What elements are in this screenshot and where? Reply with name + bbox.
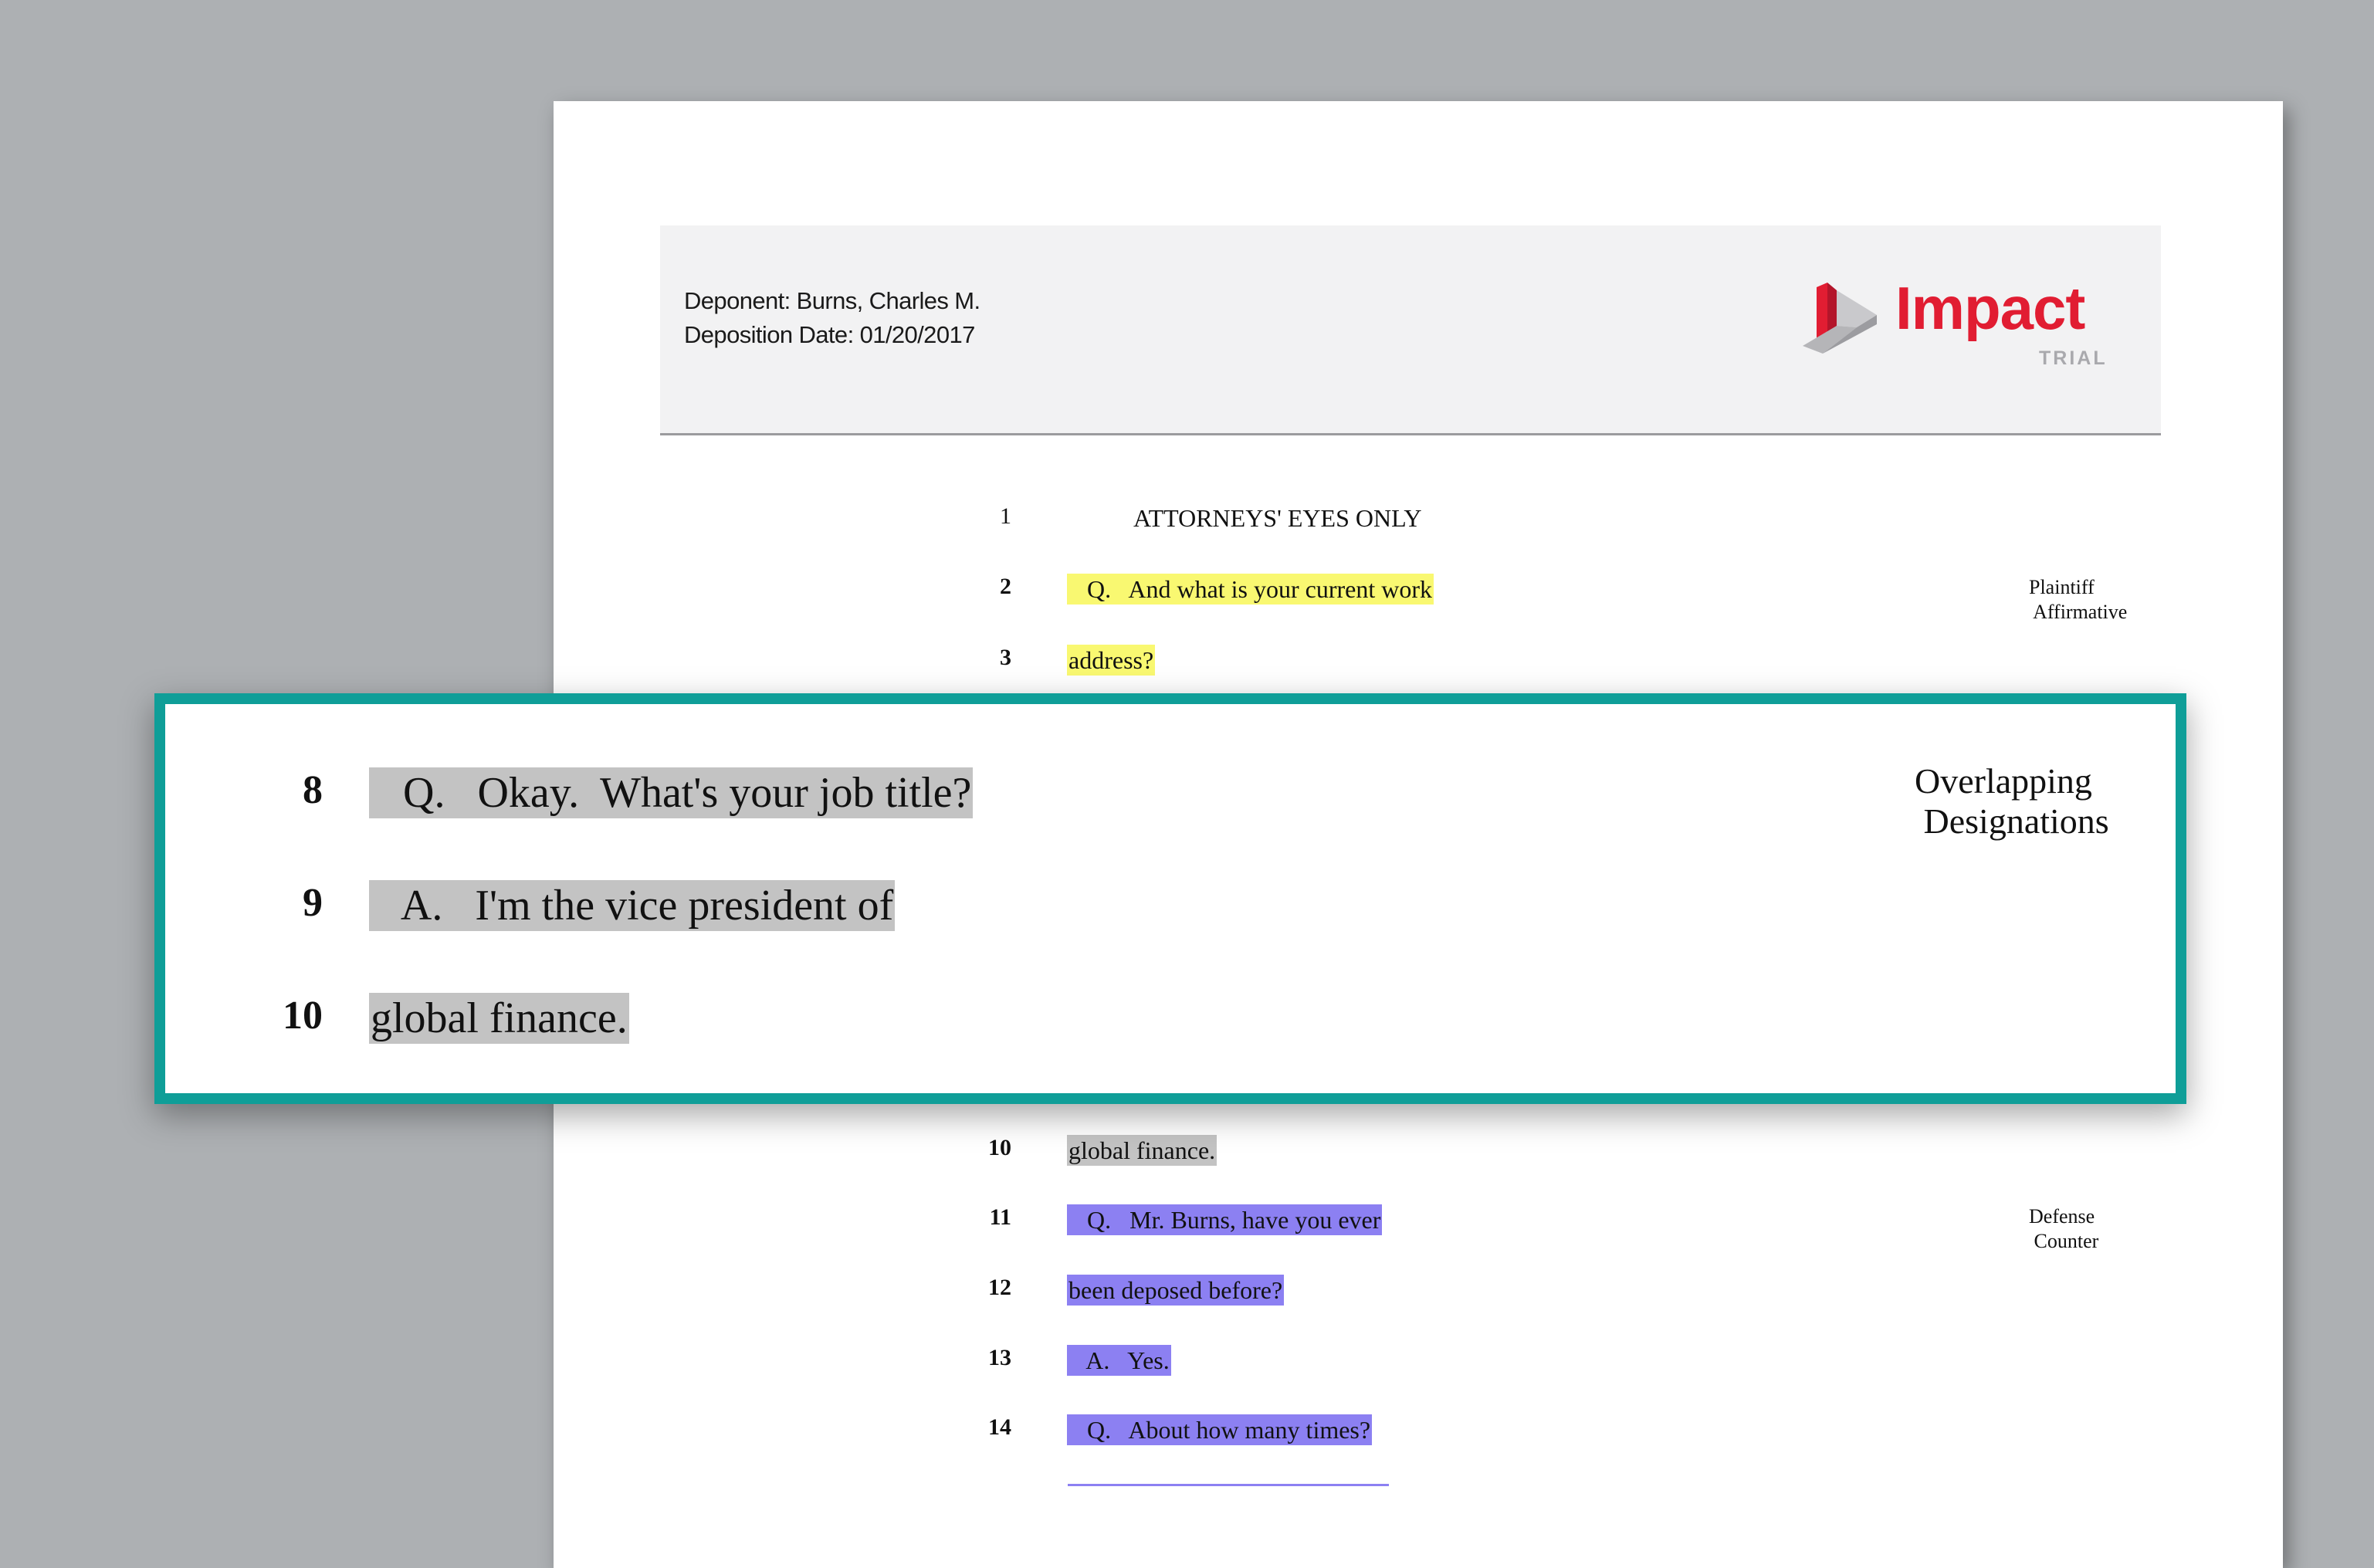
line-number: 10: [988, 1135, 1011, 1160]
impact-logo-icon: [1803, 283, 1877, 354]
line-text: Q. Mr. Burns, have you ever: [1067, 1204, 1383, 1235]
logo-wordmark: Impact: [1895, 274, 2085, 342]
logo-subtitle: TRIAL: [2039, 347, 2108, 369]
line-text: been deposed before?: [1067, 1275, 1285, 1306]
line-text: Q. And what is your current work: [1067, 574, 1434, 605]
line-text: Q. About how many times?: [1067, 1414, 1373, 1445]
plaintiff-affirmative-label: Plaintiff Affirmative: [2029, 576, 2128, 623]
header-divider: [660, 433, 2161, 435]
line-text: global finance.: [1067, 1135, 1217, 1166]
overlap-callout: 8 Q. Okay. What's your job title? 9 A. I…: [154, 693, 2186, 1104]
line-number: 14: [988, 1414, 1011, 1440]
impact-trial-logo: Impact TRIAL: [1803, 274, 2119, 372]
deposition-date-text: Deposition Date: 01/20/2017: [684, 321, 975, 348]
line-number: 3: [1000, 645, 1011, 670]
callout-line-number: 10: [283, 994, 323, 1038]
line-number: 12: [988, 1275, 1011, 1300]
overlapping-designations-label: Overlapping Designations: [1915, 761, 2109, 841]
line-number: 11: [989, 1204, 1011, 1230]
deponent-text: Deponent: Burns, Charles M.: [684, 287, 980, 314]
callout-line-text: global finance.: [369, 993, 629, 1044]
line-number: 1: [1000, 503, 1011, 529]
deposition-info: Deponent: Burns, Charles M. Deposition D…: [684, 284, 980, 352]
line-number: 2: [1000, 574, 1011, 599]
line-text: A. Yes.: [1067, 1345, 1171, 1376]
callout-line-number: 9: [303, 881, 323, 925]
line-number: 13: [988, 1345, 1011, 1370]
defense-counter-label: Defense Counter: [2029, 1205, 2099, 1252]
line-text: ATTORNEYS' EYES ONLY: [1133, 504, 1422, 532]
callout-line-number: 8: [303, 768, 323, 812]
callout-line-text: A. I'm the vice president of: [369, 880, 896, 931]
line-text: address?: [1067, 645, 1156, 676]
callout-line-text: Q. Okay. What's your job title?: [369, 767, 974, 818]
